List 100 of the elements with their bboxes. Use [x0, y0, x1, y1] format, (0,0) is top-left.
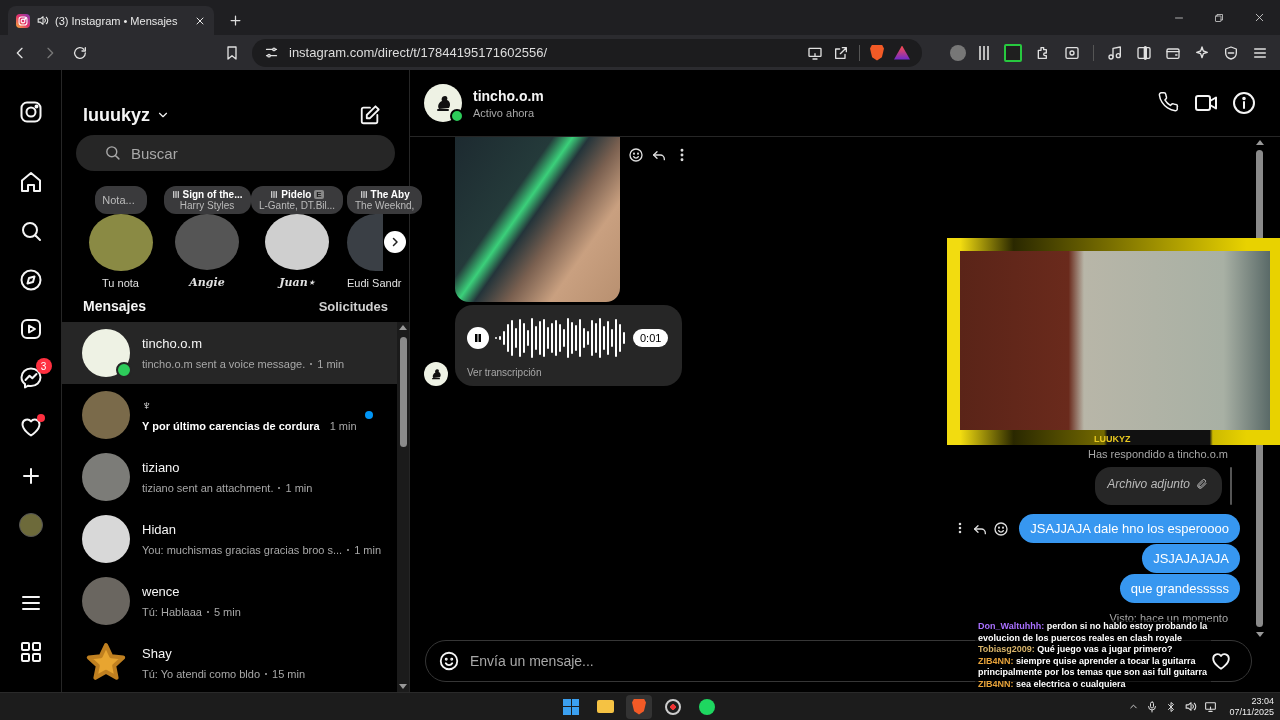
profile-avatar[interactable]: [18, 513, 43, 537]
search-icon: [104, 144, 121, 161]
search-field[interactable]: Buscar: [76, 135, 395, 171]
photo-placeholder[interactable]: [455, 137, 620, 302]
bookmark-icon[interactable]: [224, 44, 240, 61]
reply-label: Has respondido a tincho.o.m: [1087, 448, 1228, 460]
contact-name[interactable]: tincho.o.m: [473, 87, 1147, 104]
voice-message[interactable]: 0:01 Ver transcripción: [455, 305, 682, 386]
share-icon[interactable]: [833, 44, 849, 61]
microphone-icon[interactable]: [1145, 700, 1158, 713]
extension-icon[interactable]: [1004, 43, 1022, 62]
speaker-icon[interactable]: [1183, 700, 1197, 713]
instagram-logo-icon[interactable]: [18, 100, 43, 124]
url-text: instagram.com/direct/t/17844195171602556/: [289, 45, 548, 60]
clock-date[interactable]: 07/11/2025: [1229, 706, 1274, 718]
note-author: Eudi Sandr: [347, 277, 402, 289]
restore-icon[interactable]: [1213, 11, 1225, 24]
contact-status: Activo ahora: [473, 106, 536, 119]
note-bubble[interactable]: Nota...: [94, 186, 147, 214]
message-time: 1 min: [354, 544, 382, 556]
pause-button[interactable]: [467, 327, 489, 349]
avatar-photo: [82, 453, 130, 501]
song-title: The Aby: [370, 189, 410, 200]
tab-title: (3) Instagram • Mensajes: [55, 14, 179, 27]
phone-icon[interactable]: [1158, 91, 1180, 113]
music-note-icon[interactable]: [1107, 44, 1123, 61]
quote-text: Archivo adjunto: [1107, 477, 1190, 491]
messenger-icon[interactable]: [18, 366, 43, 390]
message-preview: tincho.o.m sent a voice message.: [142, 358, 306, 370]
note-author: Juan⋆: [279, 276, 315, 289]
info-icon[interactable]: [1232, 91, 1256, 115]
conversation-row[interactable]: wence Tú: Hablaaa 5 min: [62, 570, 397, 632]
contact-avatar[interactable]: [424, 84, 462, 122]
reload-icon[interactable]: [72, 44, 88, 61]
transcript-link[interactable]: Ver transcripción: [467, 367, 670, 378]
compose-icon[interactable]: [359, 104, 381, 126]
message-preview: Y por último carencias de cordura: [142, 420, 320, 432]
contact-name: tincho.o.m: [142, 336, 203, 351]
song-artist: Harry Styles: [179, 200, 235, 211]
avatar-photo: [82, 391, 130, 439]
avatar-photo: [82, 577, 130, 625]
smiley-icon[interactable]: [993, 520, 1010, 537]
close-icon[interactable]: [1253, 11, 1266, 24]
home-icon[interactable]: [18, 170, 43, 194]
music-bars-icon: [270, 190, 279, 199]
message-preview: tiziano sent an attachment.: [142, 482, 274, 494]
speaker-icon[interactable]: [36, 14, 49, 27]
heart-icon[interactable]: [1210, 650, 1232, 672]
instagram-favicon-icon: [16, 13, 30, 28]
paperclip-icon: [1196, 478, 1208, 490]
song-title: Sign of the...: [182, 189, 243, 200]
sparkle-icon[interactable]: [1194, 44, 1210, 61]
avatar-photo: [82, 515, 130, 563]
note-bubble[interactable]: Sign of the... Harry Styles: [163, 186, 251, 214]
scrollbar[interactable]: [397, 322, 409, 692]
sidebar-icon[interactable]: [1136, 44, 1152, 61]
note-text: Nota...: [102, 193, 135, 206]
conversation-row[interactable]: ♆ Y por último carencias de cordura 1 min: [62, 384, 397, 446]
conversation-row[interactable]: tincho.o.m tincho.o.m sent a voice message. 1 min: [62, 322, 397, 384]
contact-name: wence: [142, 584, 181, 599]
section-title: Mensajes: [83, 298, 148, 314]
folder-icon[interactable]: [596, 700, 614, 713]
conversation-row[interactable]: Shay Tú: Yo atendi como bldo 15 min: [62, 632, 397, 692]
contact-name: ♆: [142, 398, 153, 413]
bars-icon[interactable]: [979, 45, 991, 60]
conversation-row[interactable]: Hidan You: muchismas gracias gracias broo s... 1 min: [62, 508, 397, 570]
note-bubble[interactable]: Pidelo E L-Gante, DT.Bil...: [250, 186, 344, 214]
shield-icon[interactable]: [1223, 44, 1239, 61]
reels-icon[interactable]: [18, 317, 43, 341]
note-author: Angie: [189, 276, 225, 289]
message-time: 5 min: [213, 606, 241, 618]
quoted-message[interactable]: Archivo adjunto: [1095, 467, 1222, 505]
plus-icon[interactable]: [228, 13, 243, 28]
screenshot-icon[interactable]: [1064, 44, 1080, 61]
compass-icon[interactable]: [18, 268, 43, 292]
smiley-icon[interactable]: [628, 147, 644, 163]
next-button[interactable]: [384, 231, 406, 253]
contact-name: tiziano: [142, 460, 181, 475]
song-artist: The Weeknd,: [355, 200, 415, 211]
note-author: Tu nota: [102, 277, 139, 289]
browser-tab[interactable]: (3) Instagram • Mensajes: [8, 6, 214, 35]
message-preview: Tú: Yo atendi como bldo: [142, 668, 261, 680]
message-time: 15 min: [272, 668, 306, 680]
windows-start-icon[interactable]: [563, 698, 579, 715]
message-time: 1 min: [317, 358, 345, 370]
conversation-row[interactable]: tiziano tiziano sent an attachment. 1 min: [62, 446, 397, 508]
address-bar[interactable]: instagram.com/direct/t/17844195171602556/: [252, 38, 922, 67]
requests-link[interactable]: Solicitudes: [318, 298, 388, 314]
monitor-icon[interactable]: [1203, 700, 1217, 713]
round-app-icon[interactable]: [699, 698, 715, 715]
grid-icon[interactable]: [18, 640, 43, 664]
note-bubble[interactable]: The Aby The Weeknd,: [347, 186, 423, 214]
message-preview: You: muchismas gracias gracias broo s...: [142, 544, 343, 556]
circle-app-icon[interactable]: [665, 698, 681, 715]
clock-time[interactable]: 23:04: [1251, 695, 1274, 707]
tune-icon[interactable]: [264, 45, 279, 60]
contact-name: Hidan: [142, 522, 177, 537]
notification-badge: 3: [35, 358, 52, 374]
account-name[interactable]: luuukyz: [83, 104, 150, 126]
stream-chat-message: Tobiasg2009: Qué juego vas a jugar primero?: [978, 644, 1173, 656]
